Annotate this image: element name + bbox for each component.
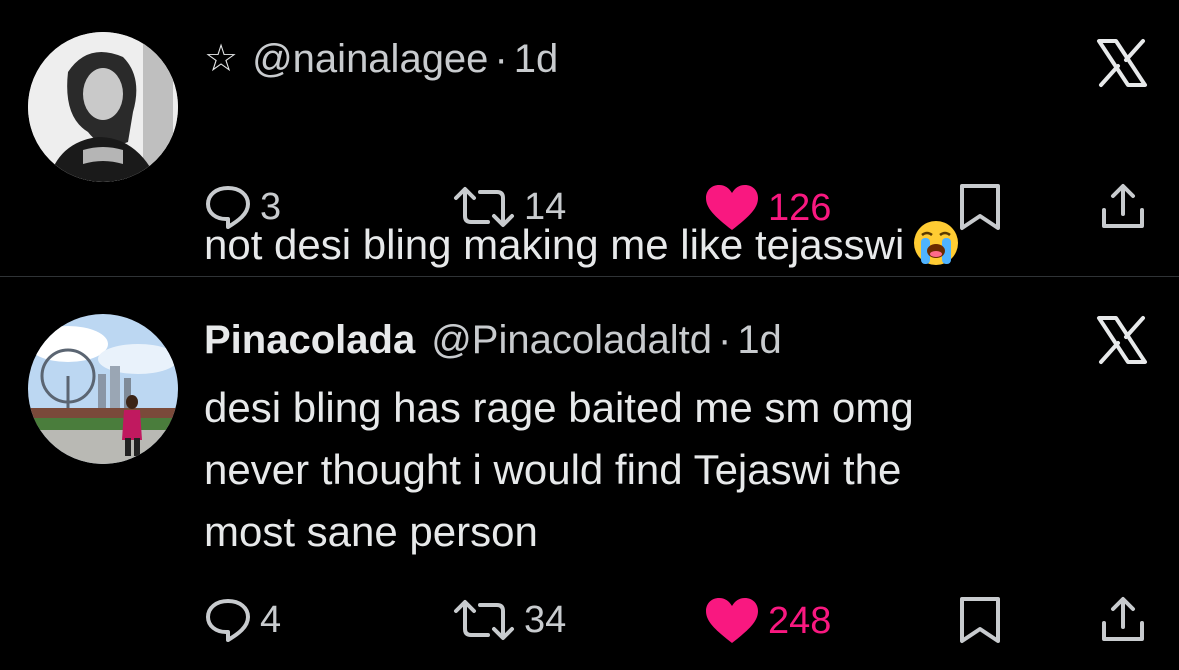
reply-icon: [206, 599, 250, 642]
avatar[interactable]: [28, 314, 178, 464]
bookmark-button[interactable]: [958, 182, 1002, 232]
avatar[interactable]: [28, 32, 178, 182]
x-logo-icon: [1096, 38, 1148, 88]
timestamp[interactable]: 1d: [737, 316, 782, 364]
display-name[interactable]: Pinacolada: [204, 316, 415, 364]
share-button[interactable]: [1100, 182, 1146, 232]
tweet-actions: 4 34 248: [0, 595, 1179, 647]
tweet-text: desi bling has rage baited me sm omg nev…: [204, 384, 914, 555]
retweet-icon: [454, 600, 514, 640]
reply-count: 3: [260, 185, 282, 228]
tweet-header: ☆ @nainalagee · 1d: [204, 35, 558, 83]
like-count: 126: [768, 186, 832, 229]
reply-count: 4: [260, 598, 282, 641]
reply-icon: [206, 186, 250, 229]
reply-button[interactable]: 4: [204, 597, 281, 643]
x-logo-icon: [1096, 315, 1148, 365]
separator: ·: [494, 37, 508, 81]
handle[interactable]: @nainalagee: [252, 35, 488, 83]
tweet-1[interactable]: ☆ @nainalagee · 1d not desi bling making…: [0, 0, 1179, 276]
retweet-count: 34: [524, 598, 567, 641]
separator: ·: [717, 318, 732, 362]
share-button[interactable]: [1100, 595, 1146, 645]
like-button[interactable]: 126: [704, 184, 831, 232]
bookmark-icon: [960, 184, 1000, 230]
tweet-header: Pinacolada @Pinacoladaltd · 1d: [204, 316, 782, 364]
tweet-actions: 3 14 126: [0, 182, 1179, 234]
like-button[interactable]: 248: [704, 597, 831, 645]
bookmark-button[interactable]: [958, 595, 1002, 645]
handle[interactable]: @Pinacoladaltd: [431, 316, 712, 364]
share-icon: [1102, 184, 1144, 228]
retweet-button[interactable]: 34: [452, 597, 566, 643]
bookmark-icon: [960, 597, 1000, 643]
star-icon: ☆: [204, 38, 239, 80]
tweet-2[interactable]: Pinacolada @Pinacoladaltd · 1d desi blin…: [0, 277, 1179, 670]
retweet-button[interactable]: 14: [452, 184, 566, 230]
timestamp[interactable]: 1d: [514, 35, 559, 83]
reply-button[interactable]: 3: [204, 184, 281, 230]
like-count: 248: [768, 599, 832, 642]
heart-icon: [706, 598, 758, 643]
share-icon: [1102, 597, 1144, 641]
retweet-count: 14: [524, 185, 567, 228]
heart-icon: [706, 185, 758, 230]
retweet-icon: [454, 187, 514, 227]
